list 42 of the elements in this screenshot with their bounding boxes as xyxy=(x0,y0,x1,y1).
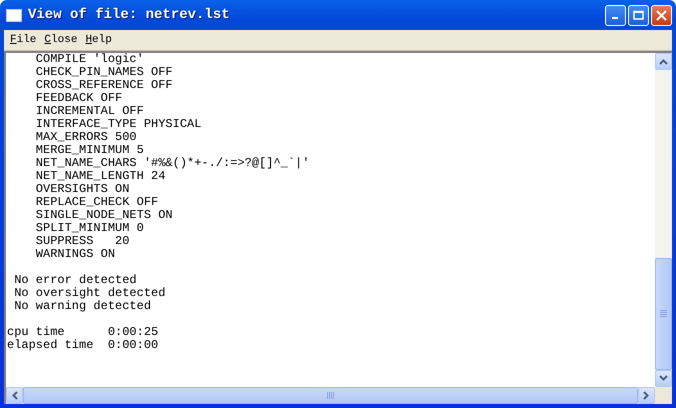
maximize-icon xyxy=(633,10,644,20)
menu-item[interactable]: Close xyxy=(40,34,82,46)
close-button[interactable] xyxy=(651,4,672,26)
text-line: COMPILE 'logic' xyxy=(34,53,145,66)
close-icon xyxy=(656,10,667,20)
text-line: INCREMENTAL OFF xyxy=(34,105,145,118)
text-line: CROSS_REFERENCE OFF xyxy=(34,79,174,92)
text-line: INTERFACE_TYPE PHYSICAL xyxy=(34,118,202,131)
scroll-up-button[interactable] xyxy=(655,53,672,70)
text-line: elapsed time 0:00:00 xyxy=(7,339,160,352)
text-line: MAX_ERRORS 500 xyxy=(34,131,138,144)
menu-item[interactable]: File xyxy=(6,34,40,46)
text-line: WARNINGS ON xyxy=(34,248,116,261)
text-line: No oversight detected xyxy=(13,287,166,300)
scroll-right-button[interactable] xyxy=(638,387,655,404)
text-line: OVERSIGHTS ON xyxy=(34,183,130,196)
text-line: CHECK_PIN_NAMES OFF xyxy=(34,66,174,79)
text-line: FEEDBACK OFF xyxy=(34,92,124,105)
chevron-left-icon xyxy=(11,391,18,400)
menu-item[interactable]: Help xyxy=(81,34,116,46)
chevron-down-icon xyxy=(659,375,668,382)
text-line: SUPPRESS 20 xyxy=(34,235,130,248)
text-line: SINGLE_NODE_NETS ON xyxy=(34,209,174,222)
window-icon xyxy=(6,8,22,22)
text-line: cpu time 0:00:25 xyxy=(7,326,160,339)
chevron-up-icon xyxy=(659,58,668,65)
text-line: REPLACE_CHECK OFF xyxy=(34,196,160,209)
text-line: NET_NAME_CHARS '#%&()*+-./:=>?@[]^_`|' xyxy=(34,157,310,170)
maximize-button[interactable] xyxy=(628,4,649,26)
text-line: SPLIT_MINIMUM 0 xyxy=(34,222,145,235)
minimize-button[interactable] xyxy=(605,4,626,26)
grip-icon xyxy=(326,392,334,399)
scroll-down-button[interactable] xyxy=(655,370,672,387)
window-title: View of file: netrev.lst xyxy=(28,7,230,23)
text-line: No error detected xyxy=(13,274,138,287)
vertical-scrollbar[interactable] xyxy=(655,53,672,387)
chevron-right-icon xyxy=(643,391,650,400)
text-line: No warning detected xyxy=(13,300,152,313)
text-line: MERGE_MINIMUM 5 xyxy=(34,144,145,157)
grip-icon xyxy=(660,310,667,318)
scroll-left-button[interactable] xyxy=(6,387,23,404)
text-line: NET_NAME_LENGTH 24 xyxy=(34,170,166,183)
